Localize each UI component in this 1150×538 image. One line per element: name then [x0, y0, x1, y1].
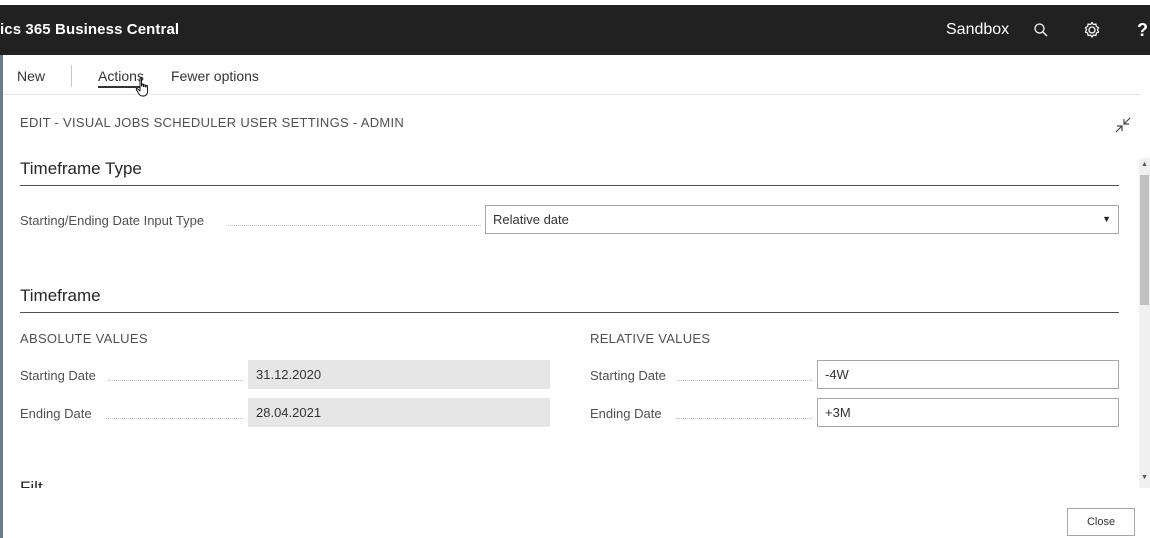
search-icon[interactable]	[1031, 20, 1051, 40]
content-scroll-area: Timeframe Type Starting/Ending Date Inpu…	[3, 158, 1150, 488]
gear-icon[interactable]	[1082, 20, 1102, 40]
input-type-label: Starting/Ending Date Input Type	[20, 213, 205, 228]
page-caption: EDIT - VISUAL JOBS SCHEDULER USER SETTIN…	[20, 115, 405, 130]
scroll-thumb[interactable]	[1140, 175, 1149, 305]
absolute-ending-date-field: 28.04.2021	[248, 398, 550, 427]
new-action[interactable]: New	[17, 55, 45, 95]
relative-starting-date-input[interactable]: -4W	[817, 360, 1119, 389]
label-leader	[677, 380, 812, 381]
section-title-timeframe-type[interactable]: Timeframe Type	[20, 159, 142, 179]
absolute-starting-date-field: 31.12.2020	[248, 360, 550, 389]
absolute-values-caption: ABSOLUTE VALUES	[20, 331, 148, 346]
help-icon[interactable]: ?	[1137, 5, 1148, 55]
chevron-down-icon: ▼	[1102, 214, 1111, 224]
relative-values-caption: RELATIVE VALUES	[590, 331, 711, 346]
relative-ending-date-input[interactable]: +3M	[817, 398, 1119, 427]
input-type-select[interactable]: Relative date ▼	[485, 205, 1119, 234]
absolute-ending-date-label: Ending Date	[20, 406, 92, 421]
section-divider	[20, 185, 1119, 186]
close-button[interactable]: Close	[1067, 508, 1135, 536]
label-leader	[106, 418, 243, 419]
label-leader	[676, 418, 812, 419]
scroll-up-icon[interactable]: ▲	[1141, 161, 1148, 168]
fewer-options-action[interactable]: Fewer options	[171, 55, 259, 95]
scroll-down-icon[interactable]: ▼	[1141, 474, 1148, 481]
relative-ending-date-label: Ending Date	[590, 406, 662, 421]
app-header: ics 365 Business Central Sandbox ?	[0, 5, 1150, 55]
vertical-scrollbar[interactable]: ▲ ▼	[1139, 158, 1150, 488]
section-title-partial[interactable]: Filt	[20, 478, 43, 488]
label-leader	[228, 225, 481, 226]
label-leader	[108, 380, 243, 381]
action-separator	[71, 65, 72, 87]
environment-name[interactable]: Sandbox	[946, 5, 1009, 55]
relative-starting-date-label: Starting Date	[590, 368, 666, 383]
section-divider	[20, 312, 1119, 313]
section-title-timeframe[interactable]: Timeframe	[20, 286, 101, 306]
input-type-value: Relative date	[493, 212, 569, 227]
action-bar: New Actions Fewer options	[3, 55, 1140, 97]
app-title: ics 365 Business Central	[0, 21, 180, 38]
absolute-starting-date-label: Starting Date	[20, 368, 96, 383]
collapse-icon[interactable]	[1112, 114, 1134, 136]
edit-dialog: New Actions Fewer options EDIT - VISUAL …	[3, 55, 1150, 538]
hand-cursor-icon	[135, 77, 148, 97]
